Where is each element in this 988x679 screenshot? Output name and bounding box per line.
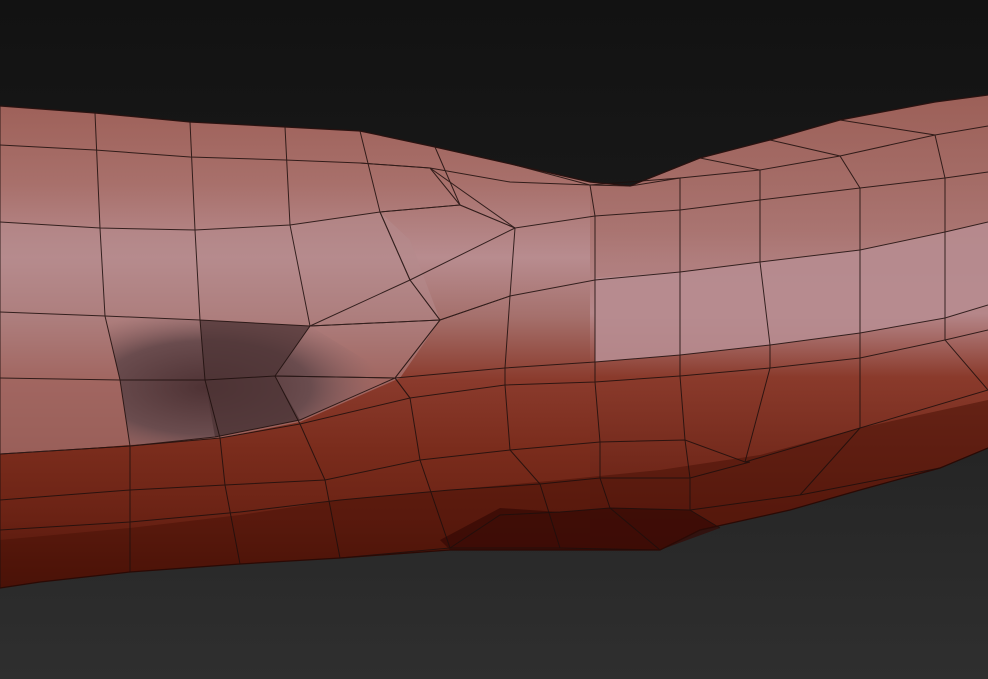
mesh-canvas[interactable] bbox=[0, 0, 988, 679]
3d-viewport[interactable] bbox=[0, 0, 988, 679]
